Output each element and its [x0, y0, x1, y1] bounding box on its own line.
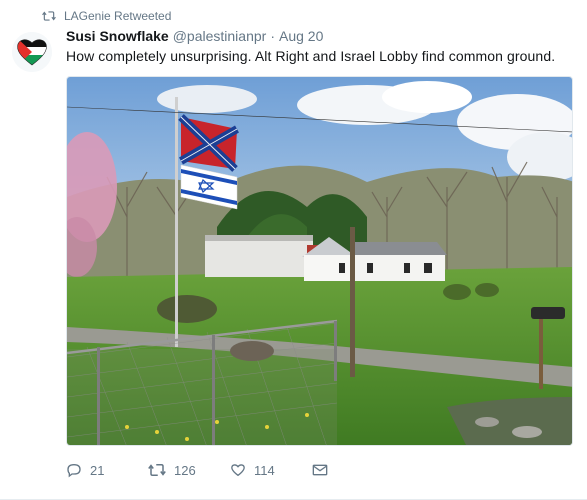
tweet-timestamp[interactable]: Aug 20 [279, 28, 323, 44]
tweet-header: Susi Snowflake @palestinianpr · Aug 20 [66, 28, 323, 44]
like-button[interactable]: 114 [230, 462, 312, 478]
direct-message-button[interactable] [312, 462, 336, 478]
avatar[interactable] [12, 32, 52, 72]
tweet-text: How completely unsurprising. Alt Right a… [66, 48, 556, 64]
author-name[interactable]: Susi Snowflake [66, 28, 169, 44]
like-count: 114 [254, 462, 275, 478]
retweet-context-text[interactable]: LAGenie Retweeted [64, 9, 171, 23]
tweet-actions: 21 126 114 [66, 460, 336, 480]
tweet[interactable]: LAGenie Retweeted Susi Snowflake @palest… [0, 0, 587, 500]
tweet-photo[interactable] [66, 76, 573, 446]
retweet-icon [42, 11, 56, 21]
reply-count: 21 [90, 462, 105, 478]
retweet-icon [148, 464, 166, 476]
retweet-button[interactable]: 126 [148, 462, 230, 478]
retweet-context: LAGenie Retweeted [42, 8, 171, 24]
author-handle[interactable]: @palestinianpr [173, 28, 267, 44]
envelope-icon [312, 464, 328, 476]
reply-button[interactable]: 21 [66, 462, 148, 478]
heart-icon [231, 464, 245, 477]
separator-dot: · [270, 28, 275, 44]
reply-icon [67, 463, 81, 478]
palestinian-flag-heart-icon [12, 32, 52, 72]
retweet-count: 126 [174, 462, 196, 478]
